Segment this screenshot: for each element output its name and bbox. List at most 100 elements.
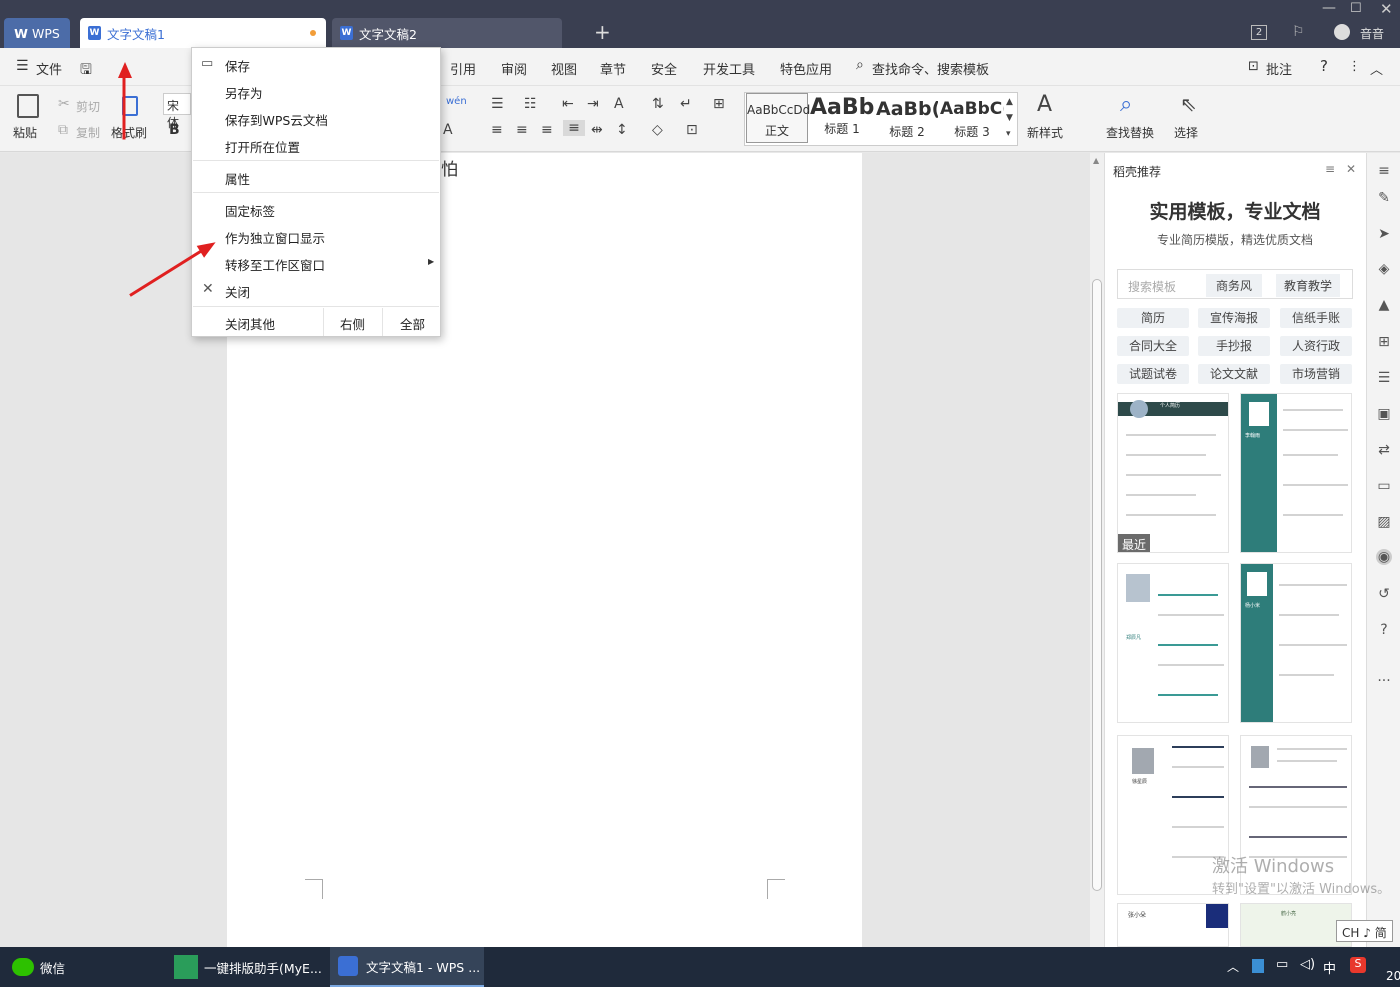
search-icon[interactable]: ⌕ bbox=[856, 57, 864, 73]
template-thumbnail[interactable]: 李翰雨 bbox=[1240, 393, 1352, 553]
menu-close[interactable]: 关闭 bbox=[225, 282, 250, 301]
image-icon[interactable]: ▨ bbox=[1376, 514, 1392, 530]
decrease-indent-icon[interactable]: ⇤ bbox=[562, 96, 574, 112]
new-style-icon[interactable]: A bbox=[1037, 92, 1052, 117]
menu-review[interactable]: 审阅 bbox=[501, 59, 527, 78]
pointer-icon[interactable]: ➤ bbox=[1376, 226, 1392, 242]
format-painter-button[interactable]: 格式刷 bbox=[111, 124, 147, 141]
template-thumbnail[interactable]: 杨小米 bbox=[1240, 563, 1352, 723]
help-icon[interactable]: ? bbox=[1320, 57, 1328, 75]
pen-icon[interactable]: ✎ bbox=[1376, 190, 1392, 206]
find-replace-button[interactable]: 查找替换 bbox=[1106, 124, 1154, 141]
tab-document-2[interactable]: W 文字文稿2 bbox=[332, 18, 562, 48]
template-thumbnail[interactable]: 郑辰凡 bbox=[1117, 563, 1229, 723]
template-icon[interactable]: ◉ bbox=[1376, 549, 1392, 565]
category-hr[interactable]: 人资行政 bbox=[1280, 336, 1352, 356]
archive-icon[interactable]: ▭ bbox=[1376, 478, 1392, 494]
more-icon[interactable]: ⋮ bbox=[1348, 59, 1361, 74]
category-handwritten[interactable]: 手抄报 bbox=[1198, 336, 1270, 356]
more-dots-icon[interactable]: ··· bbox=[1376, 673, 1392, 689]
category-poster[interactable]: 宣传海报 bbox=[1198, 308, 1270, 328]
skin-icon[interactable]: ⚐ bbox=[1292, 24, 1305, 40]
taskbar-wps[interactable]: 文字文稿1 - WPS ... bbox=[330, 947, 484, 987]
align-left-icon[interactable]: ≡ bbox=[491, 122, 503, 138]
char-shading-icon[interactable]: A bbox=[443, 122, 453, 138]
menu-properties[interactable]: 属性 bbox=[225, 169, 250, 188]
menu-save-as[interactable]: 另存为 bbox=[225, 83, 263, 102]
paragraph-marks-icon[interactable]: ↵ bbox=[680, 96, 692, 112]
tray-ime-chinese[interactable]: 中 bbox=[1323, 958, 1336, 977]
help-circle-icon[interactable]: ? bbox=[1376, 622, 1392, 638]
quick-save-icon[interactable]: 🖫 bbox=[80, 59, 92, 83]
bullets-icon[interactable]: ☰ bbox=[491, 96, 504, 112]
taskbar-wechat[interactable]: 微信 bbox=[0, 947, 158, 987]
vertical-scrollbar[interactable]: ▲ bbox=[1090, 153, 1104, 947]
window-count-badge[interactable]: 2 bbox=[1251, 25, 1267, 40]
style-heading-2[interactable]: AaBb( 标题 2 bbox=[876, 93, 938, 143]
menu-references[interactable]: 引用 bbox=[450, 59, 476, 78]
category-marketing[interactable]: 市场营销 bbox=[1280, 364, 1352, 384]
menu-close-all[interactable]: 全部 bbox=[400, 314, 425, 333]
panel-title[interactable]: 稻壳推荐 bbox=[1113, 163, 1161, 180]
copy-button[interactable]: 复制 bbox=[76, 124, 100, 141]
cut-button[interactable]: 剪切 bbox=[76, 98, 100, 115]
close-icon[interactable]: ✕ bbox=[1380, 0, 1393, 18]
template-search-input[interactable]: 搜索模板 商务风 教育教学 bbox=[1117, 269, 1353, 299]
category-stationery[interactable]: 信纸手账 bbox=[1280, 308, 1352, 328]
ime-indicator[interactable]: CH ♪ 简 bbox=[1336, 920, 1393, 942]
collapse-ribbon-icon[interactable]: ︿ bbox=[1370, 59, 1383, 78]
phonetic-guide-button[interactable]: wén bbox=[446, 96, 467, 107]
new-style-button[interactable]: 新样式 bbox=[1027, 124, 1063, 141]
menu-features[interactable]: 特色应用 bbox=[780, 59, 832, 78]
menu-close-others[interactable]: 关闭其他 bbox=[225, 314, 275, 333]
scroll-up-icon[interactable]: ▲ bbox=[1093, 156, 1099, 165]
history-icon[interactable]: ↺ bbox=[1376, 586, 1392, 602]
menu-file[interactable]: 文件 bbox=[36, 59, 62, 78]
align-center-icon[interactable]: ≡ bbox=[516, 122, 528, 138]
hamburger-icon[interactable]: ☰ bbox=[16, 58, 29, 74]
borders-icon[interactable]: ⊡ bbox=[686, 122, 698, 138]
menu-move-to-workspace[interactable]: 转移至工作区窗口 bbox=[225, 255, 325, 274]
avatar[interactable] bbox=[1334, 24, 1350, 40]
numbering-icon[interactable]: ☷ bbox=[524, 96, 537, 112]
select-button[interactable]: 选择 bbox=[1174, 124, 1198, 141]
copy-icon[interactable]: ⧉ bbox=[58, 122, 68, 138]
tab-wps-home[interactable]: W WPS bbox=[4, 18, 70, 48]
menu-chapter[interactable]: 章节 bbox=[600, 59, 626, 78]
search-tag[interactable]: 教育教学 bbox=[1276, 274, 1341, 297]
table-layout-icon[interactable]: ⊞ bbox=[713, 96, 725, 112]
menu-save[interactable]: 保存 bbox=[225, 56, 250, 75]
line-spacing-icon[interactable]: ↕ bbox=[616, 122, 628, 138]
command-search[interactable]: 查找命令、搜索模板 bbox=[872, 59, 989, 78]
font-size-change-icon[interactable]: A bbox=[614, 96, 624, 112]
tray-network-icon[interactable]: ▭ bbox=[1276, 957, 1288, 972]
tray-clock[interactable]: 20 bbox=[1386, 969, 1400, 983]
justify-icon[interactable]: ≡ bbox=[563, 120, 585, 136]
align-right-icon[interactable]: ≡ bbox=[541, 122, 553, 138]
tab-document-1[interactable]: W 文字文稿1 bbox=[80, 18, 326, 48]
gallery-icon[interactable]: ▣ bbox=[1376, 406, 1392, 422]
paste-icon[interactable] bbox=[17, 94, 39, 118]
category-contracts[interactable]: 合同大全 bbox=[1117, 336, 1189, 356]
menu-comment[interactable]: 批注 bbox=[1266, 59, 1292, 78]
find-replace-icon[interactable]: ⌕ bbox=[1120, 92, 1132, 117]
panel-menu-icon[interactable]: ≡ bbox=[1325, 162, 1335, 176]
bold-button[interactable]: B bbox=[169, 122, 180, 138]
tray-volume-icon[interactable]: ◁) bbox=[1300, 957, 1315, 972]
menu-separate-window[interactable]: 作为独立窗口显示 bbox=[225, 228, 325, 247]
style-icon[interactable]: ▲ bbox=[1376, 297, 1392, 313]
maximize-icon[interactable]: ☐ bbox=[1350, 1, 1362, 16]
menu-save-to-cloud[interactable]: 保存到WPS云文档 bbox=[225, 110, 328, 129]
template-thumbnail[interactable]: 张小朵 bbox=[1117, 903, 1229, 947]
search-tag[interactable]: 商务风 bbox=[1206, 274, 1263, 297]
menu-open-location[interactable]: 打开所在位置 bbox=[225, 137, 300, 156]
distribute-icon[interactable]: ⇹ bbox=[591, 122, 603, 138]
style-heading-3[interactable]: AaBbC( 标题 3 bbox=[940, 93, 1004, 143]
template-thumbnail[interactable]: 个人简历 最近 bbox=[1117, 393, 1229, 553]
user-name[interactable]: 音音 bbox=[1360, 25, 1384, 42]
cut-icon[interactable]: ✂ bbox=[58, 96, 70, 112]
style-heading-1[interactable]: AaBb 标题 1 bbox=[810, 93, 874, 143]
increase-indent-icon[interactable]: ⇥ bbox=[587, 96, 599, 112]
select-cursor-icon[interactable]: ⇖ bbox=[1180, 92, 1197, 116]
minimize-icon[interactable]: — bbox=[1322, 0, 1336, 16]
